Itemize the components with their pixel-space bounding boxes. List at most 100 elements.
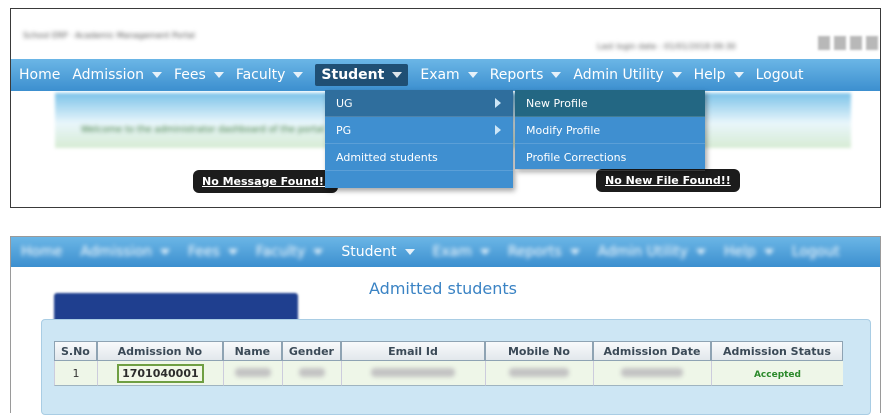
menu-student[interactable]: Student [341,244,415,260]
cell-email [340,361,485,386]
column-header-email[interactable]: Email Id [340,341,485,361]
submenu-item-label: New Profile [526,96,588,110]
menu-reports[interactable]: Reports [490,67,562,83]
dropdown-item-admitted-students[interactable]: Admitted students [325,144,513,171]
chevron-down-icon [569,249,580,255]
cell-admission-status: Accepted [710,361,843,386]
column-header-gender[interactable]: Gender [281,341,341,361]
chevron-down-icon [479,249,490,255]
menu-label: Home [21,244,63,260]
menu-label: Exam [432,244,472,260]
menu-exam[interactable]: Exam [433,244,490,260]
menu-label: Home [19,67,61,83]
submenu-item-label: Profile Corrections [526,150,627,164]
menu-label: Admin Utility [597,244,688,260]
menu-faculty[interactable]: Faculty [256,244,324,260]
submenu-item-modify-profile[interactable]: Modify Profile [515,117,705,144]
menu-home[interactable]: Home [19,67,60,83]
column-header-name[interactable]: Name [222,341,282,361]
menu-fees[interactable]: Fees [188,244,238,260]
chevron-right-icon [495,125,501,135]
dropdown-item-ug[interactable]: UG [325,90,513,117]
chevron-down-icon [404,249,415,255]
table-row[interactable]: 1 1701040001 Accepted [54,361,843,386]
menu-student[interactable]: Student [315,64,409,86]
cell-admission-date [592,361,711,386]
chevron-down-icon [671,72,682,78]
menu-admission[interactable]: Admission [80,244,171,260]
menu-label: Exam [420,67,460,83]
menu-label: Admission [72,67,145,83]
admission-number-link[interactable]: 1701040001 [117,363,204,383]
redacted-value [371,367,456,377]
admitted-students-table: S.No Admission No Name Gender Email Id M… [54,341,843,386]
menu-fees[interactable]: Fees [174,67,224,83]
dropdown-item-label: UG [336,96,353,110]
menu-help[interactable]: Help [694,67,744,83]
main-menu-bar: Home Admission Fees Faculty Student Exam… [11,237,880,267]
menu-faculty[interactable]: Faculty [236,67,304,83]
chevron-right-icon [495,98,501,108]
menu-admin-utility[interactable]: Admin Utility [573,67,682,83]
header-icon[interactable] [818,36,830,50]
menu-reports[interactable]: Reports [508,244,580,260]
menu-label: Logout [755,67,804,83]
redacted-value [234,367,271,377]
menu-admission[interactable]: Admission [72,67,163,83]
dropdown-item-label: PG [336,123,352,137]
user-info: Last login date : 01/01/2018 09:30 [597,42,736,51]
column-header-admission-status[interactable]: Admission Status [710,341,843,361]
cell-sno: 1 [54,361,97,386]
menu-label: Faculty [235,67,286,83]
column-header-sno[interactable]: S.No [54,341,97,361]
chevron-down-icon [763,249,774,255]
menu-label: Admission [80,244,153,260]
header-icons [818,36,878,50]
chevron-down-icon [227,249,238,255]
menu-label: Fees [174,67,206,83]
message-notice[interactable]: No Message Found!! [193,170,338,193]
dropdown-item-pg[interactable]: PG [325,117,513,144]
ug-submenu: New Profile Modify Profile Profile Corre… [515,90,705,171]
column-header-mobile[interactable]: Mobile No [484,341,593,361]
column-header-admission-date[interactable]: Admission Date [592,341,711,361]
menu-logout[interactable]: Logout [792,244,840,260]
file-notice[interactable]: No New File Found!! [596,169,740,192]
redacted-value [298,367,325,377]
chevron-down-icon [551,72,562,78]
menu-help[interactable]: Help [724,244,774,260]
column-header-admission-no[interactable]: Admission No [96,341,223,361]
header-icon[interactable] [834,36,846,50]
main-menu-bar: Home Admission Fees Faculty Student Exam… [11,59,880,91]
menu-label: Student [341,244,397,260]
menu-label: Reports [489,67,544,83]
menu-admin-utility[interactable]: Admin Utility [598,244,706,260]
header-icon[interactable] [866,36,878,50]
menu-label: Student [321,67,385,83]
chevron-down-icon [467,72,478,78]
submenu-item-new-profile[interactable]: New Profile [515,90,705,117]
header-icon[interactable] [850,36,862,50]
cell-name [222,361,282,386]
dropdown-item-label: Admitted students [336,150,438,164]
chevron-down-icon [213,72,224,78]
chevron-down-icon [293,72,304,78]
chevron-down-icon [392,72,403,78]
submenu-item-profile-corrections[interactable]: Profile Corrections [515,144,705,171]
cell-gender [281,361,341,386]
menu-logout[interactable]: Logout [756,67,804,83]
chevron-down-icon [695,249,706,255]
menu-exam[interactable]: Exam [420,67,478,83]
submenu-item-label: Modify Profile [526,123,601,137]
menu-label: Help [693,67,726,83]
top-screenshot-panel: School ERP · Academic Management Portal … [10,8,881,208]
menu-label: Admin Utility [573,67,664,83]
table-header-row: S.No Admission No Name Gender Email Id M… [54,341,843,361]
menu-label: Logout [791,244,840,260]
menu-home[interactable]: Home [21,244,62,260]
portal-title: School ERP · Academic Management Portal [23,31,195,40]
bottom-screenshot-panel: Home Admission Fees Faculty Student Exam… [10,236,881,415]
chevron-down-icon [152,72,163,78]
chevron-down-icon [313,249,324,255]
page-title: Admitted students [369,279,517,298]
